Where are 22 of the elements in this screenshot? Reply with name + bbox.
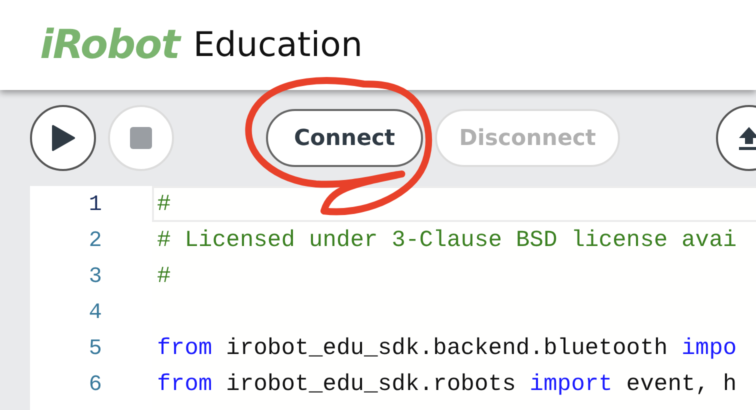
code-text: event, h — [625, 371, 737, 397]
code-comment: # — [157, 263, 171, 289]
code-text: irobot_edu_sdk.robots — [225, 371, 517, 397]
code-keyword: import — [530, 371, 612, 397]
code-text: irobot_edu_sdk.backend.bluetooth — [225, 335, 669, 361]
logo: iRobot — [40, 22, 180, 68]
line-number: 1 — [88, 192, 102, 216]
app-title: Education — [193, 25, 363, 65]
code-comment: # Licensed under 3-Clause BSD license avai — [157, 227, 737, 253]
code-comment: # — [157, 191, 171, 217]
line-number: 5 — [88, 336, 102, 360]
line-number: 6 — [88, 372, 102, 396]
connect-button[interactable]: Connect — [266, 109, 424, 167]
code-keyword: from — [157, 335, 212, 361]
code-keyword: impo — [682, 335, 737, 361]
code-keyword: from — [157, 371, 212, 397]
line-number: 2 — [88, 228, 102, 252]
line-number: 4 — [88, 300, 102, 324]
play-icon — [51, 125, 75, 151]
stop-icon — [130, 127, 152, 149]
line-number: 3 — [88, 264, 102, 288]
upload-icon — [738, 126, 756, 150]
